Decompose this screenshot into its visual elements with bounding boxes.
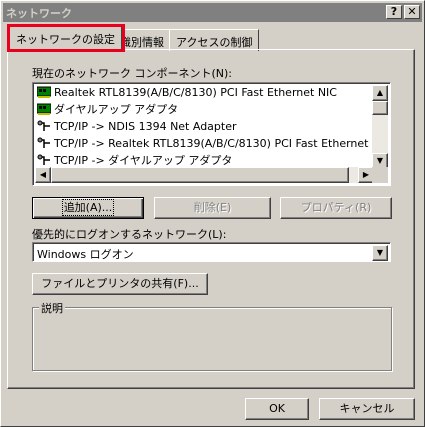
horizontal-scroll-thumb[interactable] (51, 167, 349, 183)
protocol-icon (37, 120, 50, 131)
network-adapter-icon (37, 86, 51, 98)
logon-network-value: Windows ログオン (37, 248, 134, 261)
tab-network-settings[interactable]: ネットワークの設定 (7, 24, 125, 52)
logon-network-select[interactable]: Windows ログオン ▼ (32, 242, 391, 262)
scroll-left-button[interactable]: ◀ (35, 167, 51, 183)
components-label: 現在のネットワーク コンポーネント(N): (32, 67, 233, 80)
list-item-label: TCP/IP -> ダイヤルアップ アダプタ (54, 154, 233, 167)
vertical-scroll-thumb[interactable] (372, 101, 388, 115)
components-list: Realtek RTL8139(A/B/C/8130) PCI Fast Eth… (35, 85, 374, 169)
list-item[interactable]: TCP/IP -> Realtek RTL8139(A/B/C/8130) PC… (35, 136, 374, 153)
remove-button[interactable]: 削除(E) (154, 197, 271, 219)
list-item-label: TCP/IP -> NDIS 1394 Net Adapter (54, 120, 237, 133)
remove-button-label: 削除(E) (193, 201, 232, 214)
list-item-label: Realtek RTL8139(A/B/C/8130) PCI Fast Eth… (54, 86, 337, 99)
tab-label: アクセスの制御 (176, 36, 253, 49)
cancel-button[interactable]: キャンセル (319, 398, 415, 420)
properties-button[interactable]: プロパティ(R) (280, 197, 392, 219)
logon-label: 優先的にログオンするネットワーク(L): (32, 228, 227, 241)
ok-button-label: OK (269, 402, 285, 415)
add-button-label: 追加(A)... (61, 199, 115, 216)
dropdown-button[interactable]: ▼ (372, 245, 388, 261)
list-item[interactable]: Realtek RTL8139(A/B/C/8130) PCI Fast Eth… (35, 85, 374, 102)
arrow-up-icon: ▲ (376, 88, 384, 97)
cancel-button-label: キャンセル (339, 402, 395, 415)
close-icon: ✕ (407, 5, 417, 18)
vertical-scrollbar[interactable]: ▲ ▼ (372, 85, 388, 169)
arrow-down-icon: ▼ (376, 156, 384, 165)
tab-highlight-box (7, 24, 125, 52)
scroll-up-button[interactable]: ▲ (372, 85, 388, 101)
file-printer-sharing-button[interactable]: ファイルとプリンタの共有(F)... (32, 273, 208, 295)
title-bar[interactable]: ネットワーク ? ✕ (3, 3, 422, 22)
ok-button[interactable]: OK (245, 398, 309, 420)
file-printer-sharing-label: ファイルとプリンタの共有(F)... (41, 277, 199, 290)
window-title: ネットワーク (6, 7, 72, 20)
description-legend: 説明 (39, 300, 65, 316)
help-button[interactable]: ? (386, 5, 402, 19)
protocol-icon (37, 137, 50, 148)
list-item-label: ダイヤルアップ アダプタ (54, 103, 179, 116)
list-item[interactable]: ダイヤルアップ アダプタ (35, 102, 374, 119)
list-item-label: TCP/IP -> Realtek RTL8139(A/B/C/8130) PC… (54, 137, 374, 150)
properties-button-label: プロパティ(R) (300, 201, 372, 214)
scrollbar-corner (372, 167, 388, 183)
tab-label: 識別情報 (120, 36, 164, 49)
horizontal-scrollbar[interactable]: ◀ ▶ (35, 167, 374, 183)
tab-access-control[interactable]: アクセスの制御 (169, 29, 260, 51)
add-button[interactable]: 追加(A)... (32, 197, 144, 219)
help-icon: ? (390, 5, 398, 18)
description-groupbox: 説明 (32, 300, 392, 371)
chevron-down-icon: ▼ (376, 248, 384, 257)
list-item[interactable]: TCP/IP -> NDIS 1394 Net Adapter (35, 119, 374, 136)
close-button[interactable]: ✕ (404, 5, 420, 19)
network-adapter-icon (37, 103, 51, 115)
arrow-left-icon: ◀ (39, 170, 47, 179)
components-listbox[interactable]: Realtek RTL8139(A/B/C/8130) PCI Fast Eth… (32, 82, 391, 186)
protocol-icon (37, 154, 50, 165)
arrow-right-icon: ▶ (362, 170, 370, 179)
network-dialog: ネットワーク ? ✕ ネットワークの設定 識別情報 アクセスの制御 現在のネット… (0, 0, 425, 427)
